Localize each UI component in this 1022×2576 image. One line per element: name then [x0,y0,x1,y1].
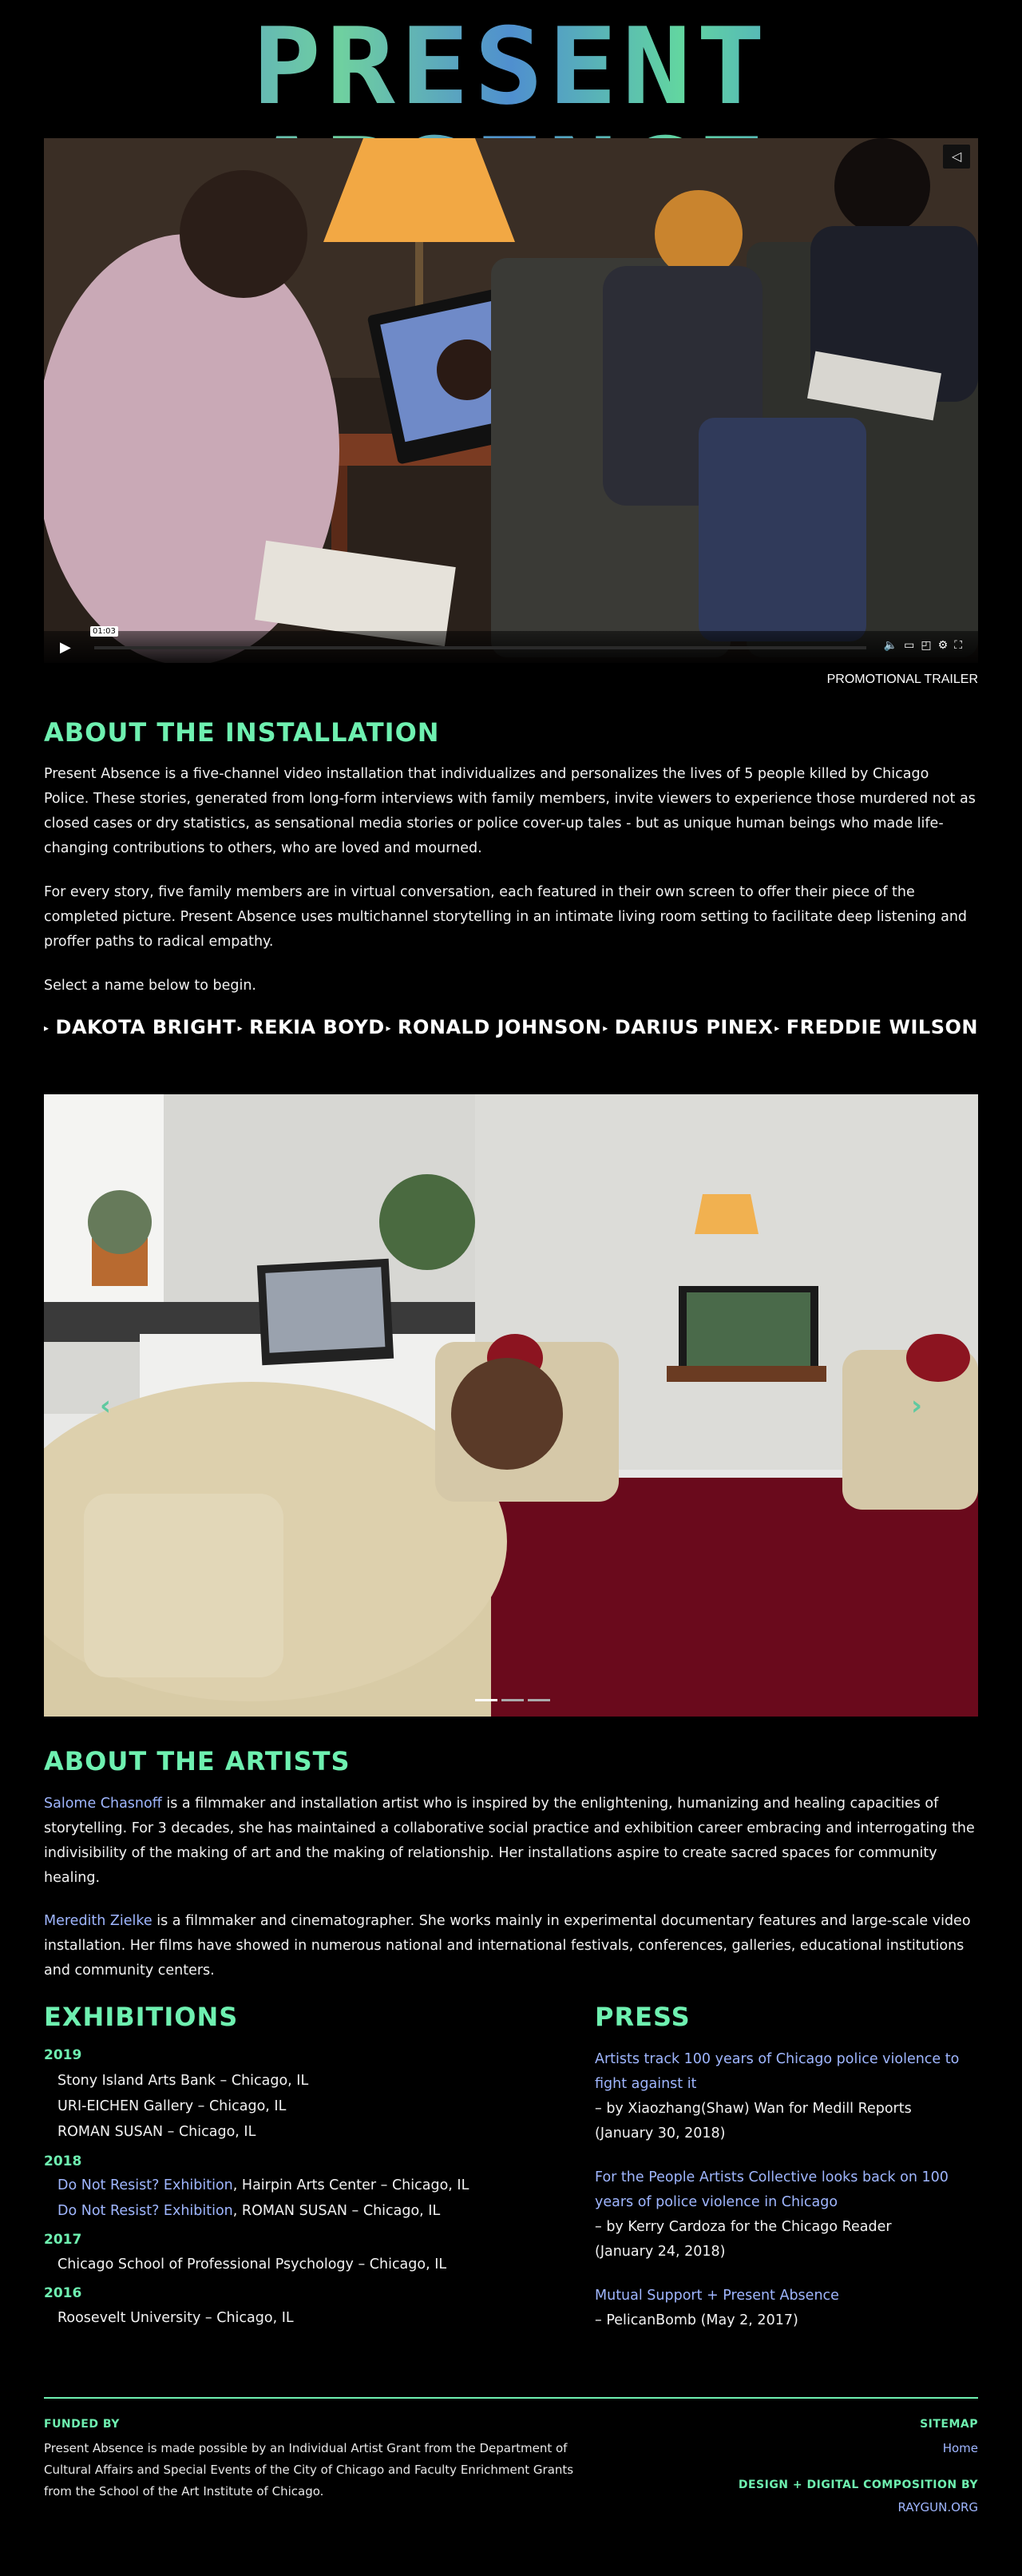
about-installation-p1: Present Absence is a five-channel video … [44,766,976,856]
press-date: (January 24, 2018) [595,2244,726,2260]
name-selector: ▸ DAKOTA BRIGHT ▸ REKIA BOYD ▸ RONALD JOHNS… [44,1016,978,1038]
press-link[interactable]: Artists track 100 years of Chicago polic… [595,2047,978,2097]
about-installation-heading: ABOUT THE INSTALLATION [44,717,440,748]
about-artists-heading: ABOUT THE ARTISTS [44,1746,351,1776]
carousel-prev-icon[interactable]: ‹ [100,1390,111,1422]
select-prompt: Select a name below to begin. [44,978,256,994]
video-time: 01:03 [90,626,118,637]
exhibition-year: 2018 [44,2153,82,2169]
image-carousel[interactable]: ‹ › [44,1094,978,1717]
home-link[interactable]: Home [943,2441,978,2455]
do-not-resist-link[interactable]: Do Not Resist? Exhibition [57,2203,233,2219]
artist1-link[interactable]: Salome Chasnoff [44,1796,162,1812]
fullscreen-icon[interactable]: ⛶ [954,639,969,652]
carousel-dot[interactable] [475,1699,497,1701]
play-icon[interactable]: ▶ [60,639,71,656]
design-credit-heading: DESIGN + DIGITAL COMPOSITION BY [738,2479,978,2491]
press-item: Artists track 100 years of Chicago polic… [595,2047,978,2146]
do-not-resist-link[interactable]: Do Not Resist? Exhibition [57,2177,233,2193]
exhibition-item: Do Not Resist? Exhibition, ROMAN SUSAN –… [57,2203,441,2219]
funded-by-heading: FUNDED BY [44,2418,120,2431]
triangle-icon: ▸ [386,1022,392,1034]
press-byline: – by Kerry Cardoza for the Chicago Reade… [595,2219,892,2235]
page: PRESENT ABSENCE [0,0,1022,2576]
triangle-icon: ▸ [603,1022,608,1034]
triangle-icon: ▸ [774,1022,780,1034]
press-link[interactable]: Mutual Support + Present Absence [595,2284,978,2308]
share-icon[interactable]: ◁ [943,145,970,169]
exhibition-item: Do Not Resist? Exhibition, Hairpin Arts … [57,2177,469,2193]
settings-icon[interactable]: ⚙ [938,639,955,652]
artist1-bio: Salome Chasnoff is a filmmaker and insta… [44,1796,975,1886]
exhibition-item: URI-EICHEN Gallery – Chicago, IL [57,2098,287,2114]
footer-divider [44,2397,978,2399]
carousel-dots [475,1699,550,1701]
raygun-link[interactable]: RAYGUN.ORG [897,2500,978,2514]
carousel-next-icon[interactable]: › [911,1390,922,1422]
exhibitions-heading: EXHIBITIONS [44,2002,239,2032]
about-installation-p2: For every story, five family members are… [44,884,968,950]
name-link-darius-pinex[interactable]: ▸ DARIUS PINEX [603,1016,773,1038]
carousel-dot[interactable] [528,1699,550,1701]
video-player[interactable]: ◁ ▶ 01:03 🔈▭◰⚙⛶ [44,138,978,663]
exhibition-item: Roosevelt University – Chicago, IL [57,2310,294,2326]
exhibition-year: 2017 [44,2232,82,2248]
captions-icon[interactable]: ▭ [904,639,921,652]
press-item: Mutual Support + Present Absence – Pelic… [595,2284,978,2333]
video-controls: ▶ 01:03 🔈▭◰⚙⛶ [44,626,978,663]
video-caption: PROMOTIONAL TRAILER [826,673,978,686]
press-byline: – by Xiaozhang(Shaw) Wan for Medill Repo… [595,2101,912,2117]
name-link-rekia-boyd[interactable]: ▸ REKIA BOYD [238,1016,385,1038]
name-link-dakota-bright[interactable]: ▸ DAKOTA BRIGHT [44,1016,236,1038]
press-link[interactable]: For the People Artists Collective looks … [595,2165,978,2215]
exhibition-year: 2019 [44,2047,82,2063]
artist2-link[interactable]: Meredith Zielke [44,1913,153,1929]
funded-by-text: Present Absence is made possible by an I… [44,2441,574,2499]
press-date: (January 30, 2018) [595,2125,726,2141]
artist2-bio: Meredith Zielke is a filmmaker and cinem… [44,1913,971,1979]
exhibition-item: Stony Island Arts Bank – Chicago, IL [57,2073,309,2089]
exhibition-year: 2016 [44,2285,82,2301]
exhibition-item: Chicago School of Professional Psycholog… [57,2256,447,2272]
name-link-freddie-wilson[interactable]: ▸ FREDDIE WILSON [774,1016,978,1038]
press-byline: – PelicanBomb (May 2, 2017) [595,2312,798,2328]
exhibition-item: ROMAN SUSAN – Chicago, IL [57,2124,256,2140]
triangle-icon: ▸ [237,1022,244,1034]
video-scrubber[interactable] [94,646,866,649]
pip-icon[interactable]: ◰ [921,639,937,652]
press-heading: PRESS [595,2002,691,2032]
name-link-ronald-johnson[interactable]: ▸ RONALD JOHNSON [386,1016,601,1038]
carousel-dot[interactable] [501,1699,524,1701]
video-frame-image [44,138,978,663]
sitemap-heading: SITEMAP [920,2418,978,2431]
triangle-icon: ▸ [44,1022,50,1034]
installation-photo [44,1094,978,1717]
volume-icon[interactable]: 🔈 [884,639,904,652]
press-item: For the People Artists Collective looks … [595,2165,978,2264]
video-control-icons[interactable]: 🔈▭◰⚙⛶ [884,639,969,652]
